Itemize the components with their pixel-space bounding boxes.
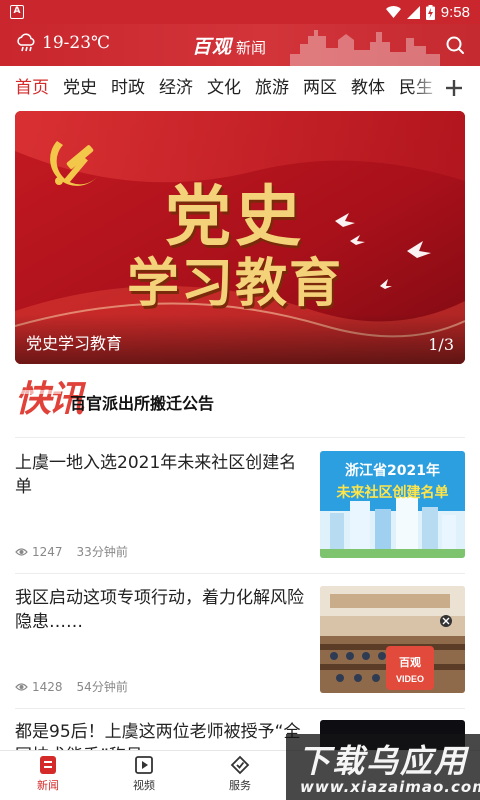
weather-widget[interactable]: 19-23℃ (16, 33, 110, 53)
app-logo: 百观 新闻 (192, 32, 266, 59)
channel-tabs: 首页党史时政经济文化旅游两区教体民生 (0, 66, 480, 110)
thumb-text-1: 浙江省2021年 (345, 462, 440, 479)
weather-temperature: 19-23℃ (42, 33, 111, 53)
news-thumbnail: 浙江省2021年 未来社区创建名单 (320, 451, 465, 558)
eye-icon (15, 683, 28, 691)
thumb-badge-1: 百观 (399, 656, 421, 669)
logo-word: 新闻 (236, 39, 267, 57)
banner-caption: 党史学习教育 (26, 334, 123, 353)
status-time: 9:58 (440, 3, 470, 21)
flash-headline: 百官派出所搬迁公告 (70, 394, 215, 413)
divider (15, 437, 465, 438)
flash-badge-highlight (13, 390, 61, 394)
tabs-fade (410, 66, 444, 110)
eye-icon (15, 548, 28, 556)
nav-video[interactable]: 视频 (114, 755, 174, 793)
news-views: 1428 (32, 679, 63, 694)
news-time: 54分钟前 (76, 680, 128, 694)
news-meta: 1428 54分钟前 (15, 678, 128, 695)
thumb-text-2: 未来社区创建名单 (337, 484, 449, 501)
service-diamond-icon (230, 755, 250, 775)
battery-charging-icon (425, 4, 435, 20)
news-icon (40, 756, 56, 774)
news-thumbnail: 百观 VIDEO (320, 586, 465, 693)
nav-service[interactable]: 服务 (210, 755, 270, 793)
tab-culture[interactable]: 文化 (207, 66, 241, 110)
cell-signal-icon (406, 5, 420, 19)
plus-icon[interactable] (444, 78, 464, 98)
tab-home[interactable]: 首页 (15, 66, 49, 110)
video-play-icon (135, 756, 153, 774)
banner-headline-line2: 学习教育 (127, 253, 344, 314)
tab-party-history[interactable]: 党史 (63, 66, 97, 110)
news-meta: 1247 33分钟前 (15, 543, 128, 560)
tab-education-sports[interactable]: 教体 (351, 66, 385, 110)
logo-mark: 百观 (192, 36, 233, 58)
divider (15, 573, 465, 574)
nav-video-label: 视频 (133, 779, 155, 792)
watermark-sub: www.xiazaimao.com (300, 778, 480, 796)
cloud-rain-icon (17, 33, 35, 52)
nav-service-label: 服务 (229, 779, 251, 792)
tab-tourism[interactable]: 旅游 (255, 66, 289, 110)
download-site-watermark: 下载乌应用 www.xiazaimao.com (286, 734, 480, 800)
tab-two-districts[interactable]: 两区 (303, 66, 337, 110)
notification-app-icon: A (10, 5, 24, 19)
banner-page-counter: 1/3 (428, 335, 454, 354)
nav-news-label: 新闻 (37, 779, 59, 792)
thumb-badge-2: VIDEO (396, 674, 424, 684)
thumbnail-community-image: 浙江省2021年 未来社区创建名单 (320, 451, 465, 558)
tab-economy[interactable]: 经济 (159, 66, 193, 110)
news-title: 我区启动这项专项行动，着力化解风险隐患…… (15, 588, 304, 632)
app-header: 19-23℃ 百观 新闻 (0, 24, 480, 66)
header-skyline-decoration (290, 30, 440, 66)
status-icons: 9:58 (385, 3, 470, 21)
search-icon[interactable] (444, 34, 466, 56)
watermark-main: 下载乌应用 (298, 742, 469, 780)
thumbnail-meeting-image: 百观 VIDEO (320, 586, 465, 693)
news-views: 1247 (32, 544, 63, 559)
status-bar: A 9:58 (0, 0, 480, 24)
app-screen: A 9:58 19-23℃ 百观 新闻 首页 党史 时政 经济 文化 旅游 两区… (0, 0, 480, 800)
news-title: 上虞一地入选2021年未来社区创建名单 (15, 453, 297, 497)
channel-tabs-scroll: 首页党史时政经济文化旅游两区教体民生 (15, 66, 443, 110)
hammer-sickle-icon (50, 141, 97, 186)
news-item[interactable]: 上虞一地入选2021年未来社区创建名单 1247 33分钟前 浙江省2021年 … (15, 451, 465, 559)
news-item[interactable]: 我区启动这项专项行动，着力化解风险隐患…… 1428 54分钟前 百观 VIDE… (15, 586, 465, 694)
divider (15, 708, 465, 709)
tab-politics[interactable]: 时政 (111, 66, 145, 110)
flash-news[interactable]: 快讯 百官派出所搬迁公告 (13, 372, 465, 432)
news-time: 33分钟前 (76, 545, 128, 559)
hero-banner[interactable]: 党史 学习教育 党史学习教育 1/3 (15, 111, 465, 364)
nav-news[interactable]: 新闻 (18, 755, 78, 793)
wifi-icon (385, 5, 401, 18)
